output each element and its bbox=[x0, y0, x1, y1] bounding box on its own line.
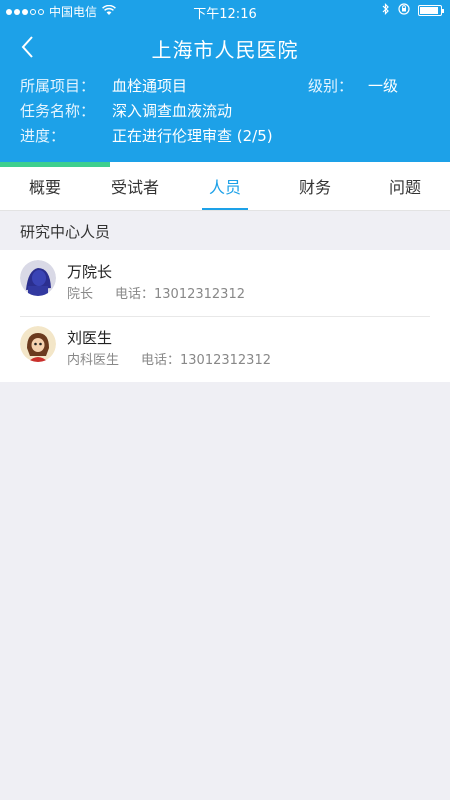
tab-bar: 概要 受试者 人员 财务 问题 bbox=[0, 167, 450, 211]
tab-issues[interactable]: 问题 bbox=[360, 167, 450, 210]
personnel-list: 万院长 院长 电话：13012312312 刘医生 内科医生 电话：13012312… bbox=[0, 250, 450, 382]
progress-label: 进度： bbox=[20, 127, 66, 145]
bluetooth-icon bbox=[382, 3, 390, 18]
tab-finance[interactable]: 财务 bbox=[270, 167, 360, 210]
list-item[interactable]: 万院长 院长 电话：13012312312 bbox=[0, 250, 450, 316]
person-phone: 电话：13012312312 bbox=[115, 287, 245, 302]
section-title: 研究中心人员 bbox=[20, 223, 111, 241]
avatar bbox=[20, 326, 56, 362]
nav-bar: 上海市人民医院 bbox=[0, 22, 450, 72]
person-role: 内科医生 bbox=[67, 353, 120, 368]
page-title: 上海市人民医院 bbox=[151, 38, 299, 62]
tab-overview[interactable]: 概要 bbox=[0, 167, 90, 210]
task-value: 深入调查血液流动 bbox=[112, 102, 233, 120]
project-info: 所属项目： 血栓通项目 级别： 一级 任务名称： 深入调查血液流动 进度： 正在… bbox=[20, 75, 440, 150]
list-item[interactable]: 刘医生 内科医生 电话：13012312312 bbox=[0, 316, 450, 382]
level-label: 级别： bbox=[308, 77, 354, 95]
progress-value: 正在进行伦理审查 (2/5) bbox=[112, 127, 273, 145]
battery-icon bbox=[418, 5, 444, 16]
person-role: 院长 bbox=[67, 287, 94, 302]
person-name: 刘医生 bbox=[67, 329, 113, 347]
orientation-lock-icon bbox=[398, 3, 410, 18]
status-bar: 中国电信 下午12:16 bbox=[0, 0, 450, 22]
tab-subjects[interactable]: 受试者 bbox=[90, 167, 180, 210]
project-label: 所属项目： bbox=[20, 77, 96, 95]
person-name: 万院长 bbox=[67, 263, 113, 281]
project-value: 血栓通项目 bbox=[112, 77, 188, 95]
person-phone: 电话：13012312312 bbox=[141, 353, 271, 368]
level-value: 一级 bbox=[368, 77, 399, 95]
avatar bbox=[20, 260, 56, 296]
task-label: 任务名称： bbox=[20, 102, 96, 120]
tab-personnel[interactable]: 人员 bbox=[180, 167, 270, 210]
header: 中国电信 下午12:16 上海市人民医院 所属项目： 血栓通项目 级别： 一级 … bbox=[0, 0, 450, 167]
